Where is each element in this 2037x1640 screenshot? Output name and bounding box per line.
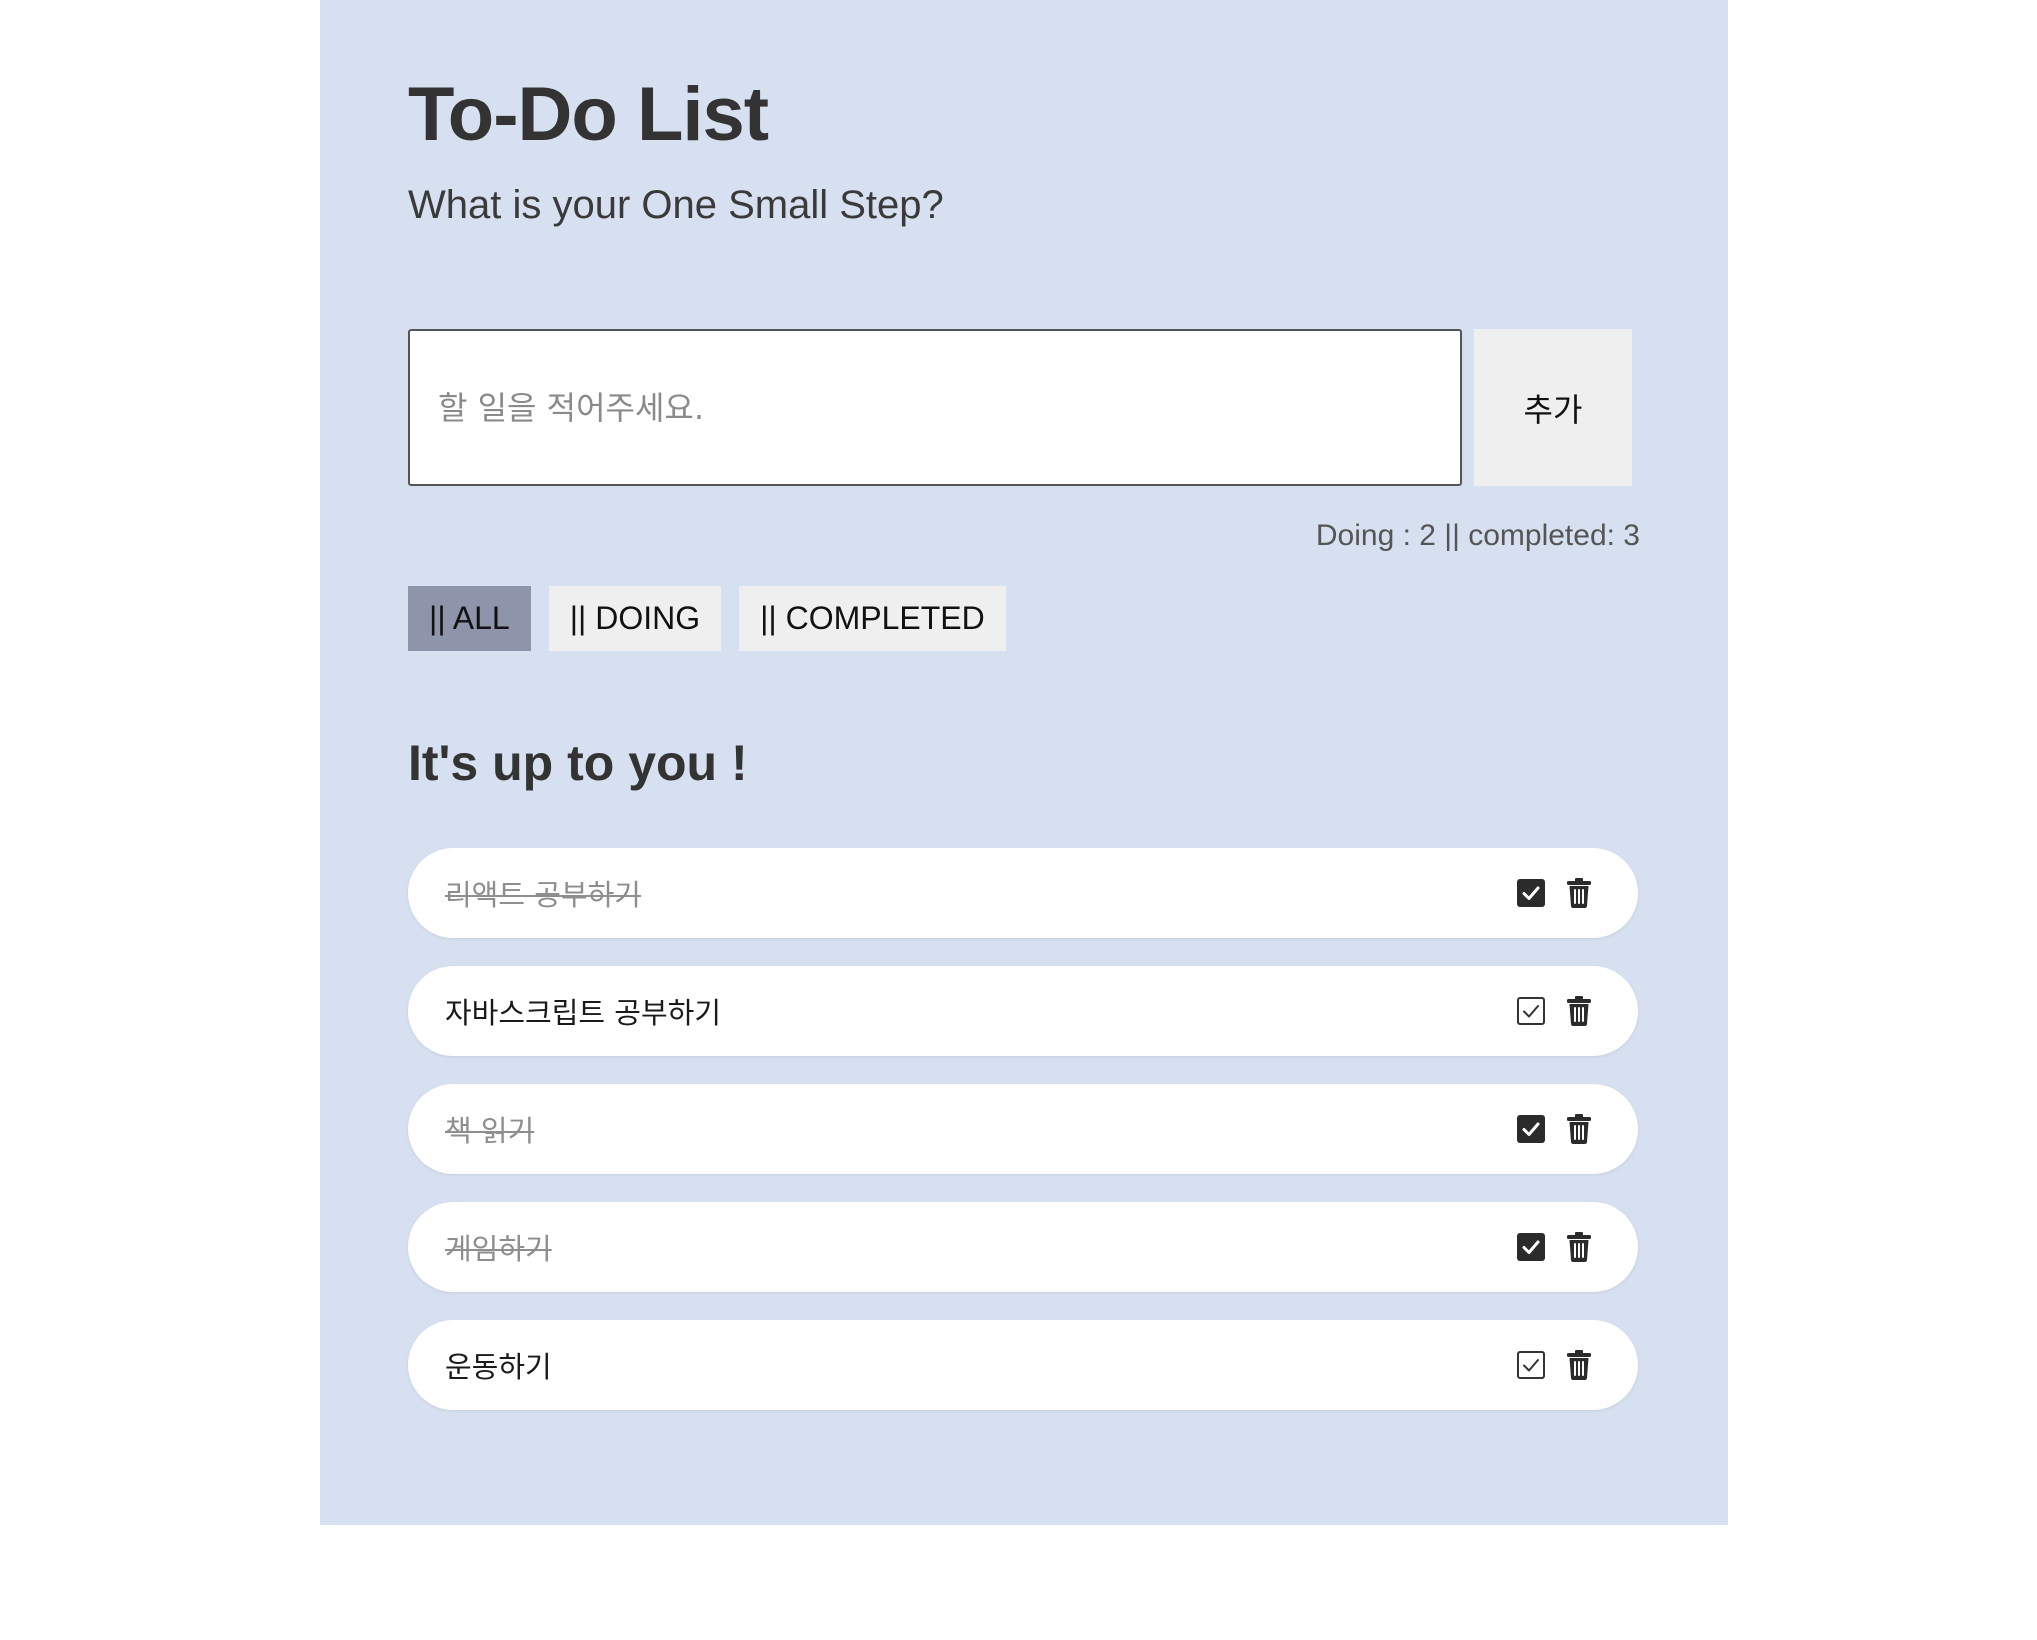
todo-text: 자바스크립트 공부하기 <box>445 996 722 1030</box>
todo-list: 리액트 공부하기 자바스크립트 공부하기 책 읽기 게임하기 운동하기 <box>408 848 1638 1438</box>
todo-input[interactable] <box>408 329 1462 486</box>
todo-item: 책 읽기 <box>408 1084 1638 1174</box>
checkbox-unchecked-icon[interactable] <box>1516 995 1546 1027</box>
filter-bar: || ALL || DOING || COMPLETED <box>408 586 1006 651</box>
todo-text: 게임하기 <box>445 1232 552 1266</box>
trash-icon[interactable] <box>1564 1231 1594 1263</box>
trash-icon[interactable] <box>1564 1113 1594 1145</box>
status-counts: Doing : 2 || completed: 3 <box>1315 519 1640 552</box>
todo-item: 리액트 공부하기 <box>408 848 1638 938</box>
todo-text: 운동하기 <box>445 1350 552 1384</box>
checkbox-checked-icon[interactable] <box>1516 1113 1546 1145</box>
list-heading: It's up to you ! <box>408 735 748 791</box>
todo-item: 게임하기 <box>408 1202 1638 1292</box>
filter-all-button[interactable]: || ALL <box>408 586 531 651</box>
checkbox-checked-icon[interactable] <box>1516 1231 1546 1263</box>
todo-text: 리액트 공부하기 <box>445 878 641 912</box>
todo-item: 자바스크립트 공부하기 <box>408 966 1638 1056</box>
todo-text: 책 읽기 <box>445 1114 535 1148</box>
todo-item: 운동하기 <box>408 1320 1638 1410</box>
page-subtitle: What is your One Small Step? <box>408 183 944 227</box>
trash-icon[interactable] <box>1564 995 1594 1027</box>
trash-icon[interactable] <box>1564 1349 1594 1381</box>
filter-completed-button[interactable]: || COMPLETED <box>739 586 1006 651</box>
todo-panel: To-Do List What is your One Small Step? … <box>320 0 1728 1525</box>
filter-doing-button[interactable]: || DOING <box>548 586 722 651</box>
trash-icon[interactable] <box>1564 877 1594 909</box>
checkbox-unchecked-icon[interactable] <box>1516 1349 1546 1381</box>
checkbox-checked-icon[interactable] <box>1516 877 1546 909</box>
add-button[interactable]: 추가 <box>1474 329 1632 486</box>
page-title: To-Do List <box>408 72 769 157</box>
